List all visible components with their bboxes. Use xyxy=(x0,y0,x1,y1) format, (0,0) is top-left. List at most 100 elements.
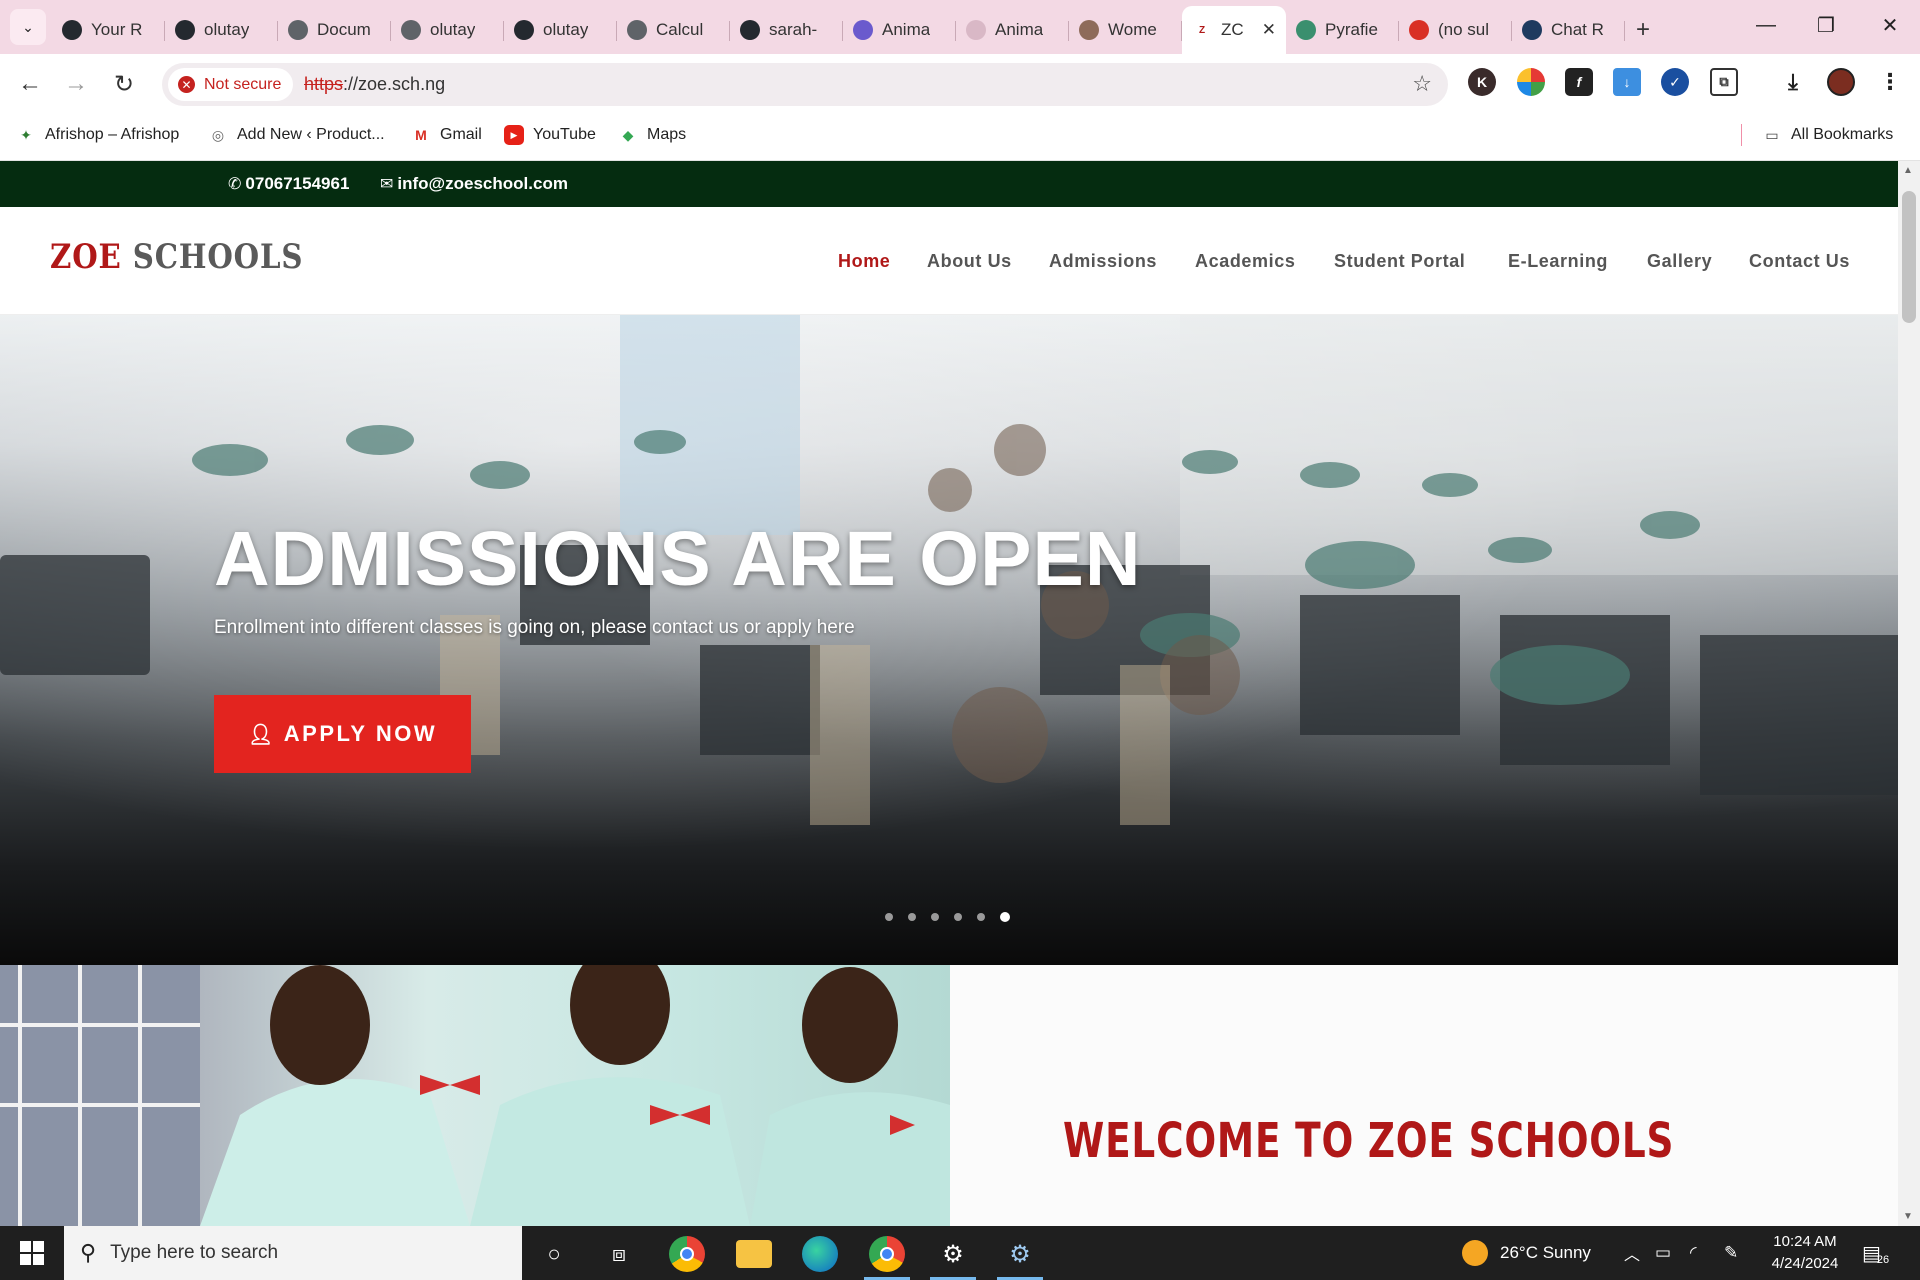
tab[interactable]: olutay xyxy=(504,9,617,51)
phone-contact[interactable]: ✆ 07067154961 xyxy=(228,174,349,194)
tab-label: olutay xyxy=(204,20,250,39)
weather-widget[interactable]: 26°C Sunny xyxy=(1462,1226,1591,1280)
security-chip[interactable]: ✕ Not secure xyxy=(168,68,294,101)
tab[interactable]: Pyrafie xyxy=(1286,9,1399,51)
gmail-icon: M xyxy=(415,127,427,143)
chevron-down-icon: ⌄ xyxy=(22,18,34,35)
extensions-puzzle-icon[interactable]: ⧉ xyxy=(1710,68,1738,96)
tab-label: Docum xyxy=(317,20,371,39)
tab[interactable]: Docum xyxy=(278,9,391,51)
tab[interactable]: Wome xyxy=(1069,9,1182,51)
nav-contact-us[interactable]: Contact Us xyxy=(1749,251,1850,272)
url-text[interactable]: https://zoe.sch.ng xyxy=(304,74,445,95)
react-icon xyxy=(1522,20,1542,40)
nav-about-us[interactable]: About Us xyxy=(927,251,1012,272)
tab[interactable]: Your R xyxy=(52,9,165,51)
chrome-icon[interactable] xyxy=(669,1236,705,1272)
slider-dot[interactable] xyxy=(885,913,893,921)
hero-subtitle: Enrollment into different classes is goi… xyxy=(214,617,855,638)
tab[interactable]: olutay xyxy=(165,9,278,51)
nav-e-learning[interactable]: E-Learning xyxy=(1508,251,1608,272)
task-view-icon[interactable]: ⧈ xyxy=(601,1236,637,1272)
gmail-icon xyxy=(1409,20,1429,40)
extension-k-icon[interactable]: K xyxy=(1468,68,1496,96)
restore-button[interactable]: ❐ xyxy=(1796,0,1856,50)
forward-button[interactable]: → xyxy=(58,66,94,102)
notifications-button[interactable]: ▤ 26 xyxy=(1862,1226,1889,1280)
github-icon xyxy=(740,20,760,40)
search-placeholder: Type here to search xyxy=(110,1242,279,1263)
chrome-active-icon[interactable] xyxy=(869,1236,905,1272)
downloads-icon[interactable]: ⤓ xyxy=(1779,68,1807,96)
scroll-thumb[interactable] xyxy=(1902,191,1916,323)
taskbar-search[interactable]: ⚲ Type here to search xyxy=(64,1226,522,1280)
bookmark-star-icon[interactable]: ☆ xyxy=(1412,71,1432,97)
tab-search-button[interactable]: ⌄ xyxy=(10,9,46,45)
site-logo[interactable]: ZOE SCHOOLS xyxy=(50,237,303,277)
minimize-button[interactable]: — xyxy=(1736,0,1796,50)
search-icon: ⚲ xyxy=(80,1240,97,1265)
page-scrollbar[interactable]: ▲ ▼ xyxy=(1898,161,1920,1226)
bookmark-afrishop[interactable]: ✦ Afrishop – Afrishop xyxy=(16,125,179,145)
extension-check-icon[interactable]: ✓ xyxy=(1661,68,1689,96)
nav-home[interactable]: Home xyxy=(838,251,890,272)
close-tab-icon[interactable]: ✕ xyxy=(1262,20,1276,40)
youtube-icon: ▶ xyxy=(504,125,524,145)
nav-admissions[interactable]: Admissions xyxy=(1049,251,1157,272)
tab[interactable]: sarah- xyxy=(730,9,843,51)
bookmark-gmail[interactable]: M Gmail xyxy=(411,125,482,145)
edge-icon[interactable] xyxy=(802,1236,838,1272)
email-contact[interactable]: ✉ info@zoeschool.com xyxy=(380,174,568,194)
close-window-button[interactable]: ✕ xyxy=(1860,0,1920,50)
pen-icon[interactable]: ✎ xyxy=(1724,1226,1738,1280)
extension-font-icon[interactable]: f xyxy=(1565,68,1593,96)
tab-active[interactable]: Z ZC ✕ xyxy=(1182,6,1286,54)
battery-icon[interactable]: ▭ xyxy=(1655,1226,1671,1280)
weather-text: 26°C Sunny xyxy=(1500,1243,1591,1262)
slider-dot[interactable] xyxy=(954,913,962,921)
wifi-icon[interactable]: ◜ xyxy=(1690,1226,1697,1280)
slider-dot[interactable] xyxy=(931,913,939,921)
tab[interactable]: (no sul xyxy=(1399,9,1512,51)
settings-tools-icon[interactable]: ⚙ xyxy=(1002,1236,1038,1272)
back-button[interactable]: ← xyxy=(12,66,48,102)
maps-icon: ◆ xyxy=(622,126,634,143)
new-tab-button[interactable]: + xyxy=(1625,9,1661,51)
welcome-section: WELCOME TO ZOE SCHOOLS xyxy=(950,965,1898,1226)
profile-avatar[interactable] xyxy=(1827,68,1855,96)
tab[interactable]: olutay xyxy=(391,9,504,51)
extension-colorpicker-icon[interactable] xyxy=(1517,68,1545,96)
welcome-heading: WELCOME TO ZOE SCHOOLS xyxy=(1063,1113,1675,1169)
bookmark-add-product[interactable]: ◎ Add New ‹ Product... xyxy=(208,125,385,145)
apply-now-button[interactable]: 👤︎ APPLY NOW xyxy=(214,695,471,773)
nav-gallery[interactable]: Gallery xyxy=(1647,251,1712,272)
extension-download-icon[interactable]: ↓ xyxy=(1613,68,1641,96)
menu-kebab-icon[interactable]: ⋮ xyxy=(1876,68,1904,96)
cortana-icon[interactable]: ○ xyxy=(536,1236,572,1272)
bookmark-youtube[interactable]: ▶ YouTube xyxy=(504,125,596,145)
phone-icon: ✆ xyxy=(228,176,242,193)
system-clock[interactable]: 10:24 AM 4/24/2024 xyxy=(1762,1231,1848,1275)
tab[interactable]: Anima xyxy=(843,9,956,51)
nav-academics[interactable]: Academics xyxy=(1195,251,1295,272)
slider-dot[interactable] xyxy=(908,913,916,921)
scroll-up-icon[interactable]: ▲ xyxy=(1903,165,1913,176)
address-bar[interactable]: ✕ Not secure https://zoe.sch.ng ☆ xyxy=(162,63,1448,106)
nav-student-portal[interactable]: Student Portal xyxy=(1334,251,1465,272)
bookmark-label: Gmail xyxy=(440,126,482,143)
tab[interactable]: Chat R xyxy=(1512,9,1625,51)
tab[interactable]: Anima xyxy=(956,9,1069,51)
scroll-down-icon[interactable]: ▼ xyxy=(1903,1211,1913,1222)
start-button[interactable] xyxy=(0,1226,64,1280)
slider-dot[interactable] xyxy=(977,913,985,921)
settings-gear-icon[interactable]: ⚙ xyxy=(935,1236,971,1272)
reload-button[interactable]: ↻ xyxy=(106,66,142,102)
slider-dot[interactable] xyxy=(1000,912,1010,922)
wordpress-icon: ◎ xyxy=(211,126,225,143)
globe-icon xyxy=(401,20,421,40)
bookmark-maps[interactable]: ◆ Maps xyxy=(618,125,687,145)
chevron-up-icon[interactable]: ︿ xyxy=(1624,1226,1640,1280)
all-bookmarks[interactable]: ▭ All Bookmarks xyxy=(1762,125,1893,145)
file-explorer-icon[interactable] xyxy=(736,1240,772,1268)
tab[interactable]: Calcul xyxy=(617,9,730,51)
